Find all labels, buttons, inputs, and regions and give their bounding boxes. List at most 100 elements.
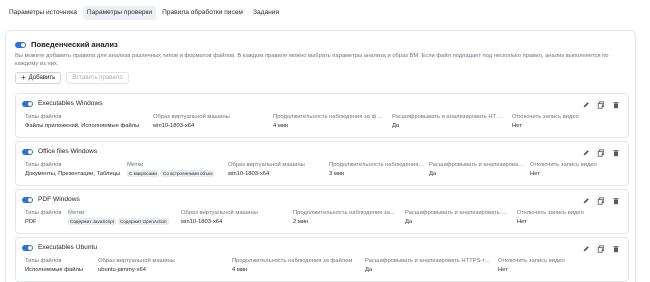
copy-icon[interactable] bbox=[597, 197, 605, 205]
rule-title: Executables Windows bbox=[38, 100, 103, 107]
rule-toggle[interactable] bbox=[22, 196, 33, 203]
edit-icon[interactable] bbox=[582, 149, 590, 157]
section-description: Вы можете добавить правила для анализа р… bbox=[15, 53, 609, 67]
decrypt-field: Расшифровывать и анализировать HTTPS-тра… bbox=[365, 257, 493, 274]
rule-title: PDF Windows bbox=[38, 196, 80, 203]
decrypt-value: Да bbox=[365, 267, 373, 273]
duration-value: 3 мин bbox=[329, 171, 345, 177]
edit-icon[interactable] bbox=[582, 245, 590, 253]
rule-actions bbox=[582, 197, 620, 205]
tab-source-params[interactable]: Параметры источника bbox=[5, 6, 81, 20]
vm-image-value: ubuntu-jammy-x64 bbox=[98, 267, 147, 273]
tags-list: С макросами Со встроенными объек bbox=[127, 170, 223, 177]
video-off-field: Отключить запись видео Нет bbox=[512, 113, 622, 130]
decrypt-label: Расшифровывать и анализировать HTTPS-тра… bbox=[405, 210, 509, 216]
behavior-analysis-panel: Поведенческий анализ Вы можете добавить … bbox=[5, 30, 636, 282]
file-types-field: Типы файлов Файлы приложений, Исполняемы… bbox=[25, 113, 145, 130]
copy-icon[interactable] bbox=[597, 245, 605, 253]
decrypt-field: Расшифровывать и анализировать HTTPS-тра… bbox=[392, 113, 504, 130]
video-off-label: Отключить запись видео bbox=[530, 162, 597, 168]
video-off-value: Нет bbox=[512, 123, 522, 129]
duration-field: Продолжительность наблюдения за файлом 4… bbox=[273, 113, 385, 130]
tag-badge: Содержит OpenAction bbox=[118, 218, 169, 225]
video-off-value: Нет bbox=[498, 267, 508, 273]
decrypt-label: Расшифровывать и анализировать HTTPS-тра… bbox=[429, 162, 525, 168]
file-types-field: Типы файлов PDF bbox=[25, 209, 63, 226]
add-button[interactable]: + Добавить bbox=[15, 72, 62, 84]
trash-icon[interactable] bbox=[612, 101, 620, 109]
add-button-label: Добавить bbox=[28, 75, 56, 81]
vm-image-field: Образ виртуальной машины ubuntu-jammy-x6… bbox=[98, 257, 226, 274]
duration-value: 4 мин bbox=[273, 123, 289, 129]
rule-card: Executables Windows Типы файлов Файлы пр… bbox=[15, 93, 629, 138]
decrypt-value: Да bbox=[429, 171, 437, 177]
tab-bar: Параметры источника Параметры проверки П… bbox=[5, 6, 283, 20]
tag-badge: С макросами bbox=[127, 170, 160, 177]
vm-image-label: Образ виртуальной машины bbox=[228, 162, 305, 168]
rule-card: Office files Windows Типы файлов Докумен… bbox=[15, 141, 629, 186]
rule-toggle[interactable] bbox=[22, 100, 33, 107]
rule-toggle[interactable] bbox=[22, 244, 33, 251]
trash-icon[interactable] bbox=[612, 245, 620, 253]
tags-list: Содержит JavaScript Содержит OpenAction bbox=[68, 218, 174, 225]
rules-toolbar: + Добавить Вставить правило bbox=[15, 72, 129, 84]
vm-image-value: win10-1803-x64 bbox=[181, 219, 223, 225]
decrypt-label: Расшифровывать и анализировать HTTPS-тра… bbox=[392, 114, 504, 120]
rule-card-header: Office files Windows bbox=[22, 148, 97, 155]
tab-tasks[interactable]: Задания bbox=[249, 6, 283, 20]
rule-actions bbox=[582, 245, 620, 253]
edit-icon[interactable] bbox=[582, 197, 590, 205]
file-types-field: Типы файлов Документы, Презентации, Табл… bbox=[25, 161, 121, 178]
decrypt-field: Расшифровывать и анализировать HTTPS-тра… bbox=[429, 161, 525, 178]
decrypt-field: Расшифровывать и анализировать HTTPS-тра… bbox=[405, 209, 509, 226]
vm-image-field: Образ виртуальной машины win10-1803-x64 bbox=[228, 161, 324, 178]
copy-icon[interactable] bbox=[597, 101, 605, 109]
video-off-label: Отключить запись видео bbox=[498, 258, 565, 264]
duration-value: 2 мин bbox=[293, 219, 309, 225]
vm-image-label: Образ виртуальной машины bbox=[181, 210, 258, 216]
duration-label: Продолжительность наблюдения за файлом bbox=[329, 162, 425, 168]
vm-image-value: win10-1803-x64 bbox=[228, 171, 270, 177]
file-types-value: Документы, Презентации, Таблицы bbox=[25, 171, 121, 177]
tab-mail-rules[interactable]: Правила обработки писем bbox=[158, 6, 247, 20]
file-types-label: Типы файлов bbox=[25, 162, 62, 168]
video-off-label: Отключить запись видео bbox=[512, 114, 579, 120]
file-types-value: PDF bbox=[25, 219, 37, 225]
duration-field: Продолжительность наблюдения за файлом 3… bbox=[329, 161, 425, 178]
paste-rule-button[interactable]: Вставить правило bbox=[66, 72, 129, 84]
video-off-field: Отключить запись видео Нет bbox=[517, 209, 623, 226]
rule-title: Office files Windows bbox=[38, 148, 98, 155]
behavior-analysis-toggle[interactable] bbox=[15, 41, 26, 48]
trash-icon[interactable] bbox=[612, 149, 620, 157]
rule-card: PDF Windows Типы файлов PDF Метки Содерж… bbox=[15, 189, 629, 234]
video-off-field: Отключить запись видео Нет bbox=[498, 257, 624, 274]
edit-icon[interactable] bbox=[582, 101, 590, 109]
decrypt-label: Расшифровывать и анализировать HTTPS-тра… bbox=[365, 258, 493, 264]
decrypt-value: Да bbox=[392, 123, 400, 129]
copy-icon[interactable] bbox=[597, 149, 605, 157]
vm-image-label: Образ виртуальной машины bbox=[153, 114, 230, 120]
tab-check-params[interactable]: Параметры проверки bbox=[82, 6, 157, 20]
duration-label: Продолжительность наблюдения за файлом bbox=[293, 210, 397, 216]
vm-image-label: Образ виртуальной машины bbox=[98, 258, 175, 264]
duration-label: Продолжительность наблюдения за файлом bbox=[273, 114, 385, 120]
plus-icon: + bbox=[21, 73, 26, 82]
rule-card-header: PDF Windows bbox=[22, 196, 80, 203]
rule-card: Executables Ubuntu Типы файлов Исполняем… bbox=[15, 237, 629, 282]
vm-image-field: Образ виртуальной машины win10-1803-x64 bbox=[181, 209, 285, 226]
file-types-label: Типы файлов bbox=[25, 258, 62, 264]
rule-actions bbox=[582, 101, 620, 109]
paste-rule-button-label: Вставить правило bbox=[72, 75, 123, 81]
tags-field: Метки Содержит JavaScript Содержит OpenA… bbox=[68, 209, 174, 225]
rule-card-header: Executables Windows bbox=[22, 100, 103, 107]
rule-toggle[interactable] bbox=[22, 148, 33, 155]
rule-actions bbox=[582, 149, 620, 157]
duration-value: 4 мин bbox=[232, 267, 248, 273]
trash-icon[interactable] bbox=[612, 197, 620, 205]
file-types-value: Файлы приложений, Исполняемые файлы bbox=[25, 123, 140, 129]
section-title: Поведенческий анализ bbox=[31, 40, 118, 49]
duration-field: Продолжительность наблюдения за файлом 2… bbox=[293, 209, 397, 226]
video-off-field: Отключить запись видео Нет bbox=[530, 161, 624, 178]
tag-badge: Со встроенными объек bbox=[161, 170, 215, 177]
video-off-value: Нет bbox=[530, 171, 540, 177]
